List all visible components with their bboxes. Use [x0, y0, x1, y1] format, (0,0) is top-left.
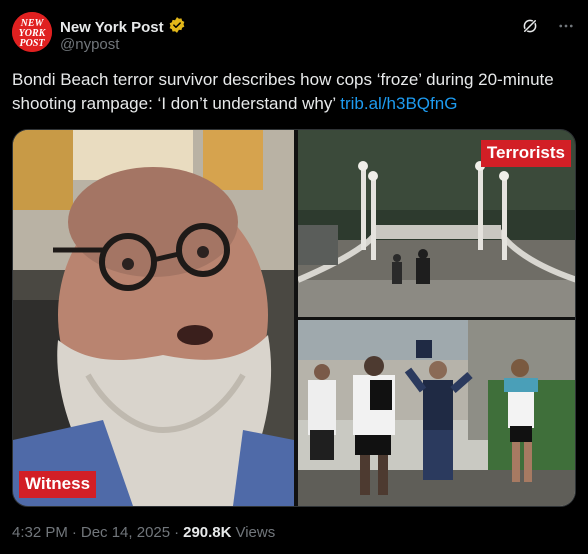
display-name[interactable]: New York Post: [60, 19, 164, 36]
account-avatar[interactable]: NEW YORK POST: [12, 12, 52, 52]
meta-separator: ·: [174, 524, 180, 541]
views-count: 290.8K: [183, 524, 232, 541]
tweet-text: Bondi Beach terror survivor describes ho…: [12, 68, 576, 116]
account-handle[interactable]: @nypost: [60, 36, 119, 53]
more-icon[interactable]: [556, 16, 576, 36]
terrorists-label: Terrorists: [480, 140, 571, 167]
tweet-date[interactable]: Dec 14, 2025: [81, 524, 170, 541]
media-witness-photo[interactable]: Witness: [13, 130, 294, 506]
grok-icon[interactable]: [520, 16, 540, 36]
tweet-header: NEW YORK POST New York Post @nypost: [12, 12, 576, 56]
avatar-line-3: POST: [20, 38, 46, 49]
media-police-photo[interactable]: [298, 320, 575, 506]
verified-badge-icon: [168, 16, 186, 39]
header-actions: [520, 16, 576, 36]
tweet-meta: 4:32 PM · Dec 14, 2025 · 290.8K Views: [12, 524, 275, 541]
tweet-body: Bondi Beach terror survivor describes ho…: [12, 70, 554, 113]
media-terrorists-photo[interactable]: Terrorists: [298, 130, 575, 317]
witness-label: Witness: [19, 471, 97, 498]
tweet-time[interactable]: 4:32 PM: [12, 524, 68, 541]
nypost-logo-icon: NEW YORK POST: [12, 12, 52, 52]
tweet-link[interactable]: trib.al/h3BQfnG: [340, 94, 457, 113]
views-label: Views: [235, 524, 276, 541]
media-grid[interactable]: Witness Terrorists: [12, 129, 576, 507]
meta-separator: ·: [71, 524, 77, 541]
